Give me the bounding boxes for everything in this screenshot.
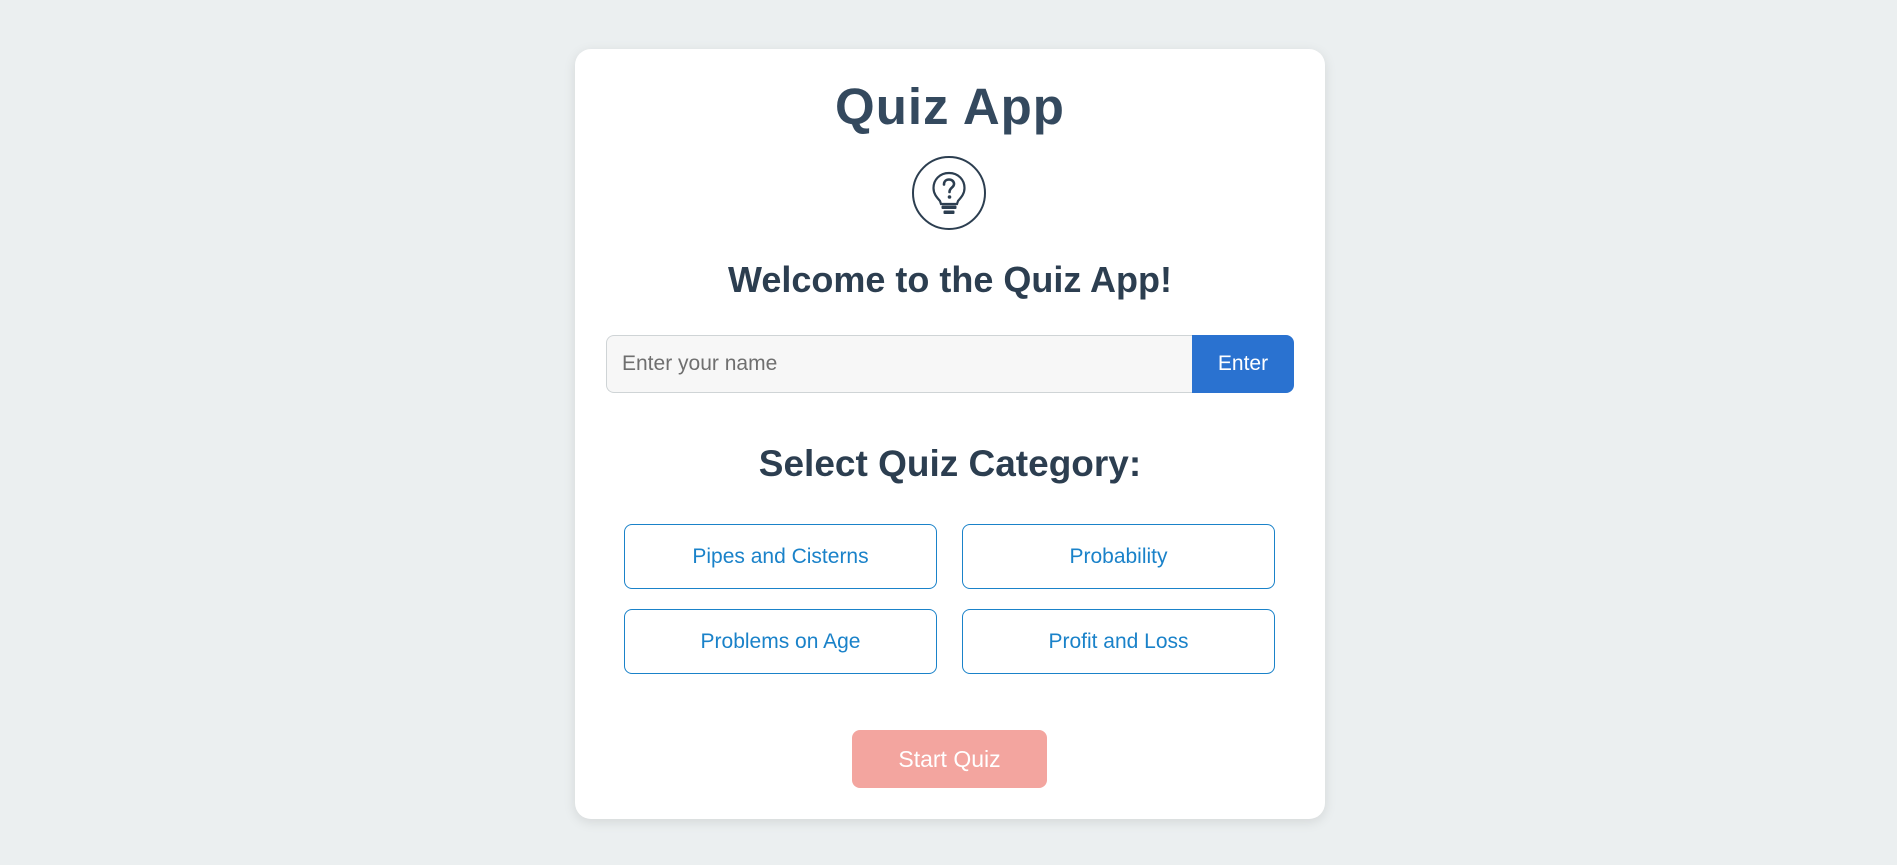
name-entry-row: Enter: [606, 335, 1294, 393]
category-button-problems-on-age[interactable]: Problems on Age: [624, 609, 937, 674]
category-button-pipes-and-cisterns[interactable]: Pipes and Cisterns: [624, 524, 937, 589]
lightbulb-question-icon: [912, 156, 986, 230]
quiz-card: Quiz App Welcome to the Quiz App! Enter …: [575, 49, 1325, 819]
category-button-probability[interactable]: Probability: [962, 524, 1275, 589]
lightbulb-question-svg: [932, 171, 966, 214]
app-title: Quiz App: [835, 78, 1065, 135]
welcome-heading: Welcome to the Quiz App!: [727, 259, 1172, 300]
start-quiz-button[interactable]: Start Quiz: [852, 730, 1047, 788]
category-heading: Select Quiz Category:: [758, 443, 1142, 484]
enter-button[interactable]: Enter: [1192, 335, 1294, 393]
name-input[interactable]: [606, 335, 1192, 393]
category-button-profit-and-loss[interactable]: Profit and Loss: [962, 609, 1275, 674]
